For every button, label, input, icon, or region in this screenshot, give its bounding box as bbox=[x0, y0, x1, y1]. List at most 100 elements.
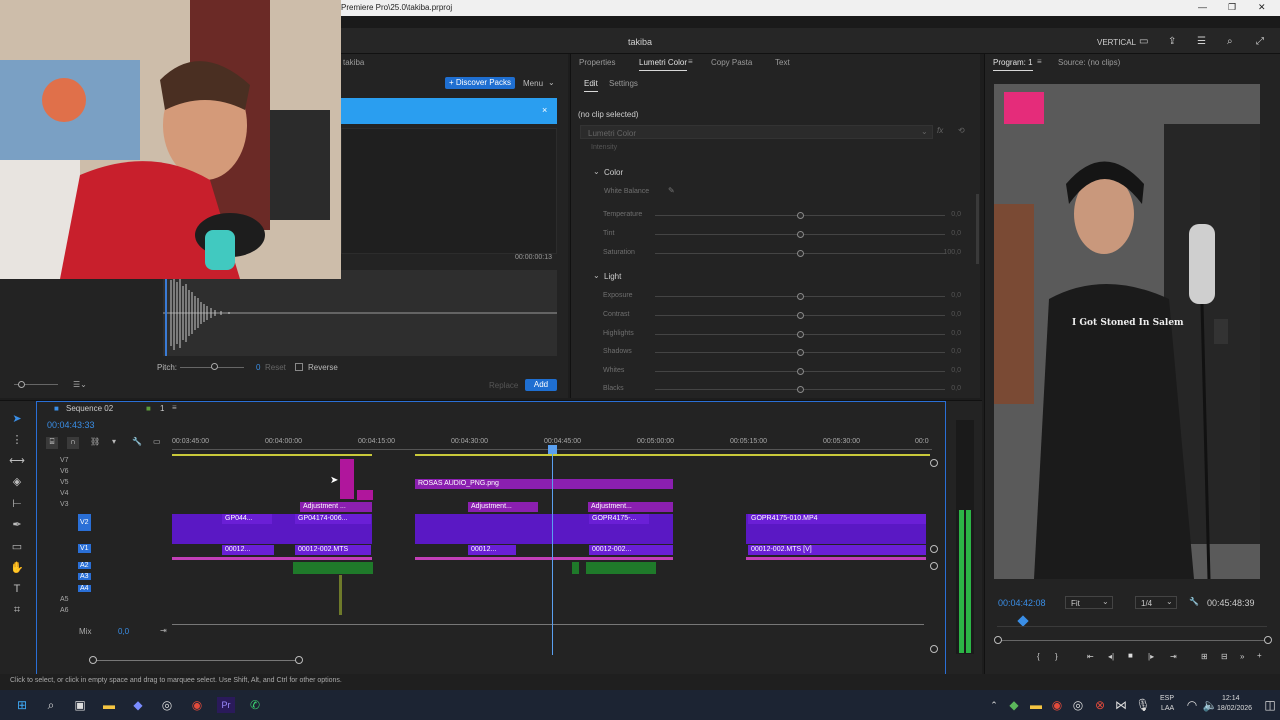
track-a3[interactable]: A3 bbox=[78, 573, 91, 580]
track-v4[interactable]: V4 bbox=[60, 490, 69, 497]
program-playhead[interactable] bbox=[1017, 615, 1029, 627]
clip-rosas[interactable]: ROSAS AUDIO_PNG.png bbox=[415, 479, 673, 489]
slider-knob[interactable] bbox=[797, 293, 804, 300]
search-icon[interactable]: ⌕ bbox=[42, 697, 60, 713]
track-select-tool-icon[interactable]: ⋮ bbox=[9, 432, 25, 448]
track-v6[interactable]: V6 bbox=[60, 468, 69, 475]
effect-select[interactable]: Lumetri Color ⌄ bbox=[580, 125, 933, 139]
pack-list[interactable] bbox=[341, 128, 557, 254]
tab-menu-icon[interactable]: ≡ bbox=[688, 57, 693, 66]
left-panel-tab[interactable]: takiba bbox=[343, 58, 364, 67]
fullscreen-icon[interactable]: ⤢ bbox=[1256, 36, 1264, 47]
taskbar-date[interactable]: 18/02/2026 bbox=[1217, 705, 1252, 712]
subtab-settings[interactable]: Settings bbox=[609, 79, 638, 88]
pitch-value[interactable]: 0 bbox=[256, 363, 260, 372]
github-icon[interactable]: ◎ bbox=[158, 697, 176, 713]
vertical-scroll-audio[interactable] bbox=[930, 562, 938, 570]
taskbar-time[interactable]: 12:14 bbox=[1222, 695, 1240, 702]
clip-v1-a4[interactable]: 00012-002... bbox=[589, 545, 673, 555]
type-tool-icon[interactable]: T bbox=[9, 581, 25, 597]
slider-blacks[interactable]: Blacks 0,0 bbox=[603, 385, 963, 395]
slider-temperature[interactable]: Temperature 0,0 bbox=[603, 211, 963, 221]
menu-button[interactable]: Menu bbox=[523, 79, 543, 88]
slider-knob[interactable] bbox=[797, 386, 804, 393]
reset-effect-icon[interactable]: ⟲ bbox=[958, 126, 965, 135]
slider-value[interactable]: 0,0 bbox=[951, 292, 961, 299]
tray-chevron-up-icon[interactable]: ⌃ bbox=[985, 697, 1003, 713]
restore-button[interactable]: ❐ bbox=[1228, 2, 1236, 13]
whatsapp-icon[interactable]: ✆ bbox=[246, 697, 264, 713]
replace-button[interactable]: Replace bbox=[489, 381, 518, 390]
zoom-slider-knob[interactable] bbox=[18, 381, 25, 388]
clip-v1-a3[interactable]: 00012... bbox=[468, 545, 516, 555]
close-icon[interactable]: × bbox=[542, 105, 547, 115]
slider-value[interactable]: 0,0 bbox=[951, 211, 961, 218]
vertical-scroll-mid[interactable] bbox=[930, 545, 938, 553]
eyedropper-icon[interactable]: ✎ bbox=[668, 186, 675, 195]
chevron-down-icon[interactable]: ⌄ bbox=[548, 78, 555, 87]
tray-stop-icon[interactable]: ⊗ bbox=[1091, 697, 1109, 713]
program-video-frame[interactable]: I Got Stoned In Salem bbox=[994, 84, 1260, 579]
reset-button[interactable]: Reset bbox=[265, 363, 286, 372]
slider-value[interactable]: 0,0 bbox=[951, 330, 961, 337]
rectangle-tool-icon[interactable]: ▭ bbox=[9, 539, 25, 555]
list-view-icon[interactable]: ☰⌄ bbox=[73, 380, 87, 389]
stop-icon[interactable]: ■ bbox=[1128, 651, 1133, 660]
audio-clip-a2-3[interactable] bbox=[572, 562, 579, 574]
slider-value[interactable]: 0,0 bbox=[951, 367, 961, 374]
tab-copy-pasta[interactable]: Copy Pasta bbox=[711, 58, 752, 67]
mix-end-icon[interactable]: ⇥ bbox=[160, 626, 167, 635]
sequence-close-icon[interactable]: ■ bbox=[54, 404, 59, 413]
tray-github-icon[interactable]: ◎ bbox=[1069, 697, 1087, 713]
clip-v1-a5[interactable]: 00012-002.MTS [V] bbox=[748, 545, 926, 555]
clip-v1-a1[interactable]: 00012... bbox=[222, 545, 274, 555]
mark-out-icon[interactable]: } bbox=[1055, 652, 1058, 661]
clip-gopr4175-010[interactable]: GOPR4175-010.MP4 bbox=[748, 514, 926, 524]
zoom-left-handle[interactable] bbox=[89, 656, 97, 664]
slip-tool-icon[interactable]: ⊢ bbox=[9, 496, 25, 512]
search-banner[interactable]: × bbox=[341, 98, 557, 124]
overwrite-icon[interactable]: ⊟ bbox=[1221, 652, 1228, 661]
share-icon[interactable]: ⇪ bbox=[1168, 36, 1176, 47]
audio-clip-a2-2[interactable] bbox=[586, 562, 656, 574]
slider-knob[interactable] bbox=[797, 368, 804, 375]
insert-icon[interactable]: ⊞ bbox=[1201, 652, 1208, 661]
premiere-pro-icon[interactable]: Pr bbox=[217, 697, 235, 713]
track-v1[interactable]: V1 bbox=[78, 544, 91, 553]
vertical-scroll-bottom[interactable] bbox=[930, 645, 938, 653]
fx-icon[interactable]: fx bbox=[937, 126, 943, 135]
zoom-right-handle[interactable] bbox=[295, 656, 303, 664]
clip-adjustment-1[interactable]: Adjustment ... bbox=[300, 502, 372, 512]
subtab-edit[interactable]: Edit bbox=[584, 79, 598, 92]
tab-text[interactable]: Text bbox=[775, 58, 790, 67]
slider-contrast[interactable]: Contrast 0,0 bbox=[603, 311, 963, 321]
selection-tool-icon[interactable]: ➤ bbox=[9, 411, 25, 427]
clip-v1-a2[interactable]: 00012-002.MTS bbox=[295, 545, 371, 555]
clip-pink-small[interactable] bbox=[357, 490, 373, 500]
step-forward-icon[interactable]: |▸ bbox=[1148, 652, 1154, 661]
track-a6[interactable]: A6 bbox=[60, 607, 69, 614]
tab-program[interactable]: Program: 1 bbox=[993, 58, 1033, 71]
search-icon[interactable]: ⌕ bbox=[1227, 36, 1233, 47]
light-section-title[interactable]: Light bbox=[604, 272, 621, 281]
hand-tool-icon[interactable]: ✋ bbox=[9, 560, 25, 576]
slider-knob[interactable] bbox=[797, 331, 804, 338]
tab-menu-icon[interactable]: ≡ bbox=[1037, 57, 1042, 66]
reverse-checkbox[interactable] bbox=[295, 363, 303, 371]
program-timeline-bar[interactable] bbox=[997, 626, 1267, 627]
slider-value[interactable]: 100,0 bbox=[943, 249, 961, 256]
slider-knob[interactable] bbox=[797, 250, 804, 257]
waveform-display[interactable] bbox=[163, 270, 557, 356]
track-a2[interactable]: A2 bbox=[78, 562, 91, 569]
export-frame-icon[interactable]: » bbox=[1240, 652, 1244, 661]
add-button-icon[interactable]: + bbox=[1257, 651, 1262, 660]
go-to-out-icon[interactable]: ⇥ bbox=[1170, 652, 1177, 661]
file-explorer-icon[interactable]: ▬ bbox=[100, 697, 118, 713]
vertical-scroll-top[interactable] bbox=[930, 459, 938, 467]
add-button[interactable]: Add bbox=[525, 379, 557, 391]
tab-lumetri-color[interactable]: Lumetri Color bbox=[639, 58, 688, 71]
wifi-icon[interactable]: ◠ bbox=[1183, 697, 1201, 713]
slider-highlights[interactable]: Highlights 0,0 bbox=[603, 330, 963, 340]
clip-adjustment-3[interactable]: Adjustment... bbox=[588, 502, 673, 512]
mix-value[interactable]: 0,0 bbox=[118, 627, 129, 636]
